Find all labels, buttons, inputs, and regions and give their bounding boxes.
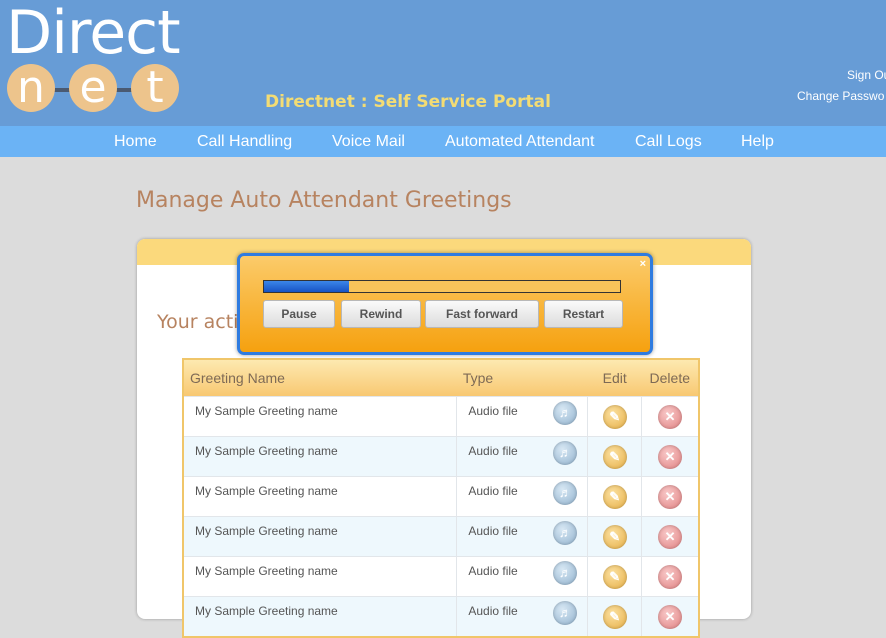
nav-help[interactable]: Help — [741, 133, 774, 151]
greetings-table: Greeting Name Type Edit Delete My Sample… — [182, 358, 700, 638]
greeting-name-cell: My Sample Greeting name — [182, 436, 458, 477]
nav-automated-attendant[interactable]: Automated Attendant — [445, 133, 594, 151]
main-nav: Home Call Handling Voice Mail Automated … — [0, 126, 886, 157]
greeting-name-cell: My Sample Greeting name — [182, 516, 458, 557]
x-icon[interactable]: ✕ — [658, 564, 683, 589]
fast-forward-button[interactable]: Fast forward — [425, 300, 539, 328]
delete-cell: ✕ — [641, 556, 700, 597]
x-icon[interactable]: ✕ — [658, 484, 683, 509]
edit-cell: ✎ — [587, 396, 643, 437]
col-header-edit: Edit — [587, 359, 642, 397]
edit-cell: ✎ — [587, 476, 643, 517]
logo-letter-e: e — [69, 64, 117, 112]
speaker-icon[interactable]: ♬ — [553, 561, 578, 585]
greeting-type: Audio file — [468, 564, 518, 578]
type-cell: Audio file ♬ — [456, 556, 589, 597]
delete-cell: ✕ — [641, 596, 700, 638]
table-row: My Sample Greeting name Audio file ♬ ✎ ✕ — [182, 516, 700, 557]
edit-cell: ✎ — [587, 436, 643, 477]
type-cell: Audio file ♬ — [456, 396, 589, 437]
pencil-icon[interactable]: ✎ — [602, 404, 627, 429]
portal-title: Directnet : Self Service Portal — [265, 92, 551, 112]
x-icon[interactable]: ✕ — [658, 604, 683, 629]
table-header-row: Greeting Name Type Edit Delete — [183, 359, 699, 397]
greeting-name-cell: My Sample Greeting name — [182, 476, 458, 517]
rewind-button[interactable]: Rewind — [341, 300, 421, 328]
speaker-icon[interactable]: ♬ — [553, 601, 578, 625]
nav-call-logs[interactable]: Call Logs — [635, 133, 702, 151]
table-row: My Sample Greeting name Audio file ♬ ✎ ✕ — [182, 596, 700, 638]
close-icon[interactable]: × — [640, 258, 646, 270]
table-row: My Sample Greeting name Audio file ♬ ✎ ✕ — [182, 436, 700, 477]
delete-cell: ✕ — [641, 436, 700, 477]
speaker-icon[interactable]: ♬ — [553, 441, 578, 465]
pencil-icon[interactable]: ✎ — [602, 564, 627, 589]
speaker-icon[interactable]: ♬ — [553, 401, 578, 425]
type-cell: Audio file ♬ — [456, 476, 589, 517]
edit-cell: ✎ — [587, 516, 643, 557]
nav-call-handling[interactable]: Call Handling — [197, 133, 292, 151]
table-row: My Sample Greeting name Audio file ♬ ✎ ✕ — [182, 396, 700, 437]
change-password-link[interactable]: Change Passwo — [797, 89, 884, 103]
greeting-type: Audio file — [468, 444, 518, 458]
restart-button[interactable]: Restart — [544, 300, 623, 328]
col-header-delete: Delete — [641, 359, 699, 397]
delete-cell: ✕ — [641, 476, 700, 517]
pencil-icon[interactable]: ✎ — [602, 484, 627, 509]
greeting-type: Audio file — [468, 604, 518, 618]
x-icon[interactable]: ✕ — [658, 404, 683, 429]
edit-cell: ✎ — [587, 556, 643, 597]
speaker-icon[interactable]: ♬ — [553, 521, 578, 545]
audio-player-popup: × Pause Rewind Fast forward Restart — [237, 253, 653, 355]
page-title: Manage Auto Attendant Greetings — [136, 188, 512, 213]
delete-cell: ✕ — [641, 516, 700, 557]
greeting-name-cell: My Sample Greeting name — [182, 556, 458, 597]
nav-voice-mail[interactable]: Voice Mail — [332, 133, 405, 151]
col-header-type: Type — [456, 359, 588, 397]
pencil-icon[interactable]: ✎ — [602, 444, 627, 469]
col-header-name: Greeting Name — [183, 359, 457, 397]
x-icon[interactable]: ✕ — [658, 444, 683, 469]
type-cell: Audio file ♬ — [456, 596, 589, 638]
speaker-icon[interactable]: ♬ — [553, 481, 578, 505]
logo-letter-t: t — [131, 64, 179, 112]
greeting-type: Audio file — [468, 484, 518, 498]
pencil-icon[interactable]: ✎ — [602, 604, 627, 629]
progress-bar[interactable] — [263, 280, 621, 293]
greeting-name-cell: My Sample Greeting name — [182, 396, 458, 437]
logo-direct-text: Direct — [6, 0, 181, 68]
type-cell: Audio file ♬ — [456, 436, 589, 477]
edit-cell: ✎ — [587, 596, 643, 638]
table-row: My Sample Greeting name Audio file ♬ ✎ ✕ — [182, 476, 700, 517]
table-row: My Sample Greeting name Audio file ♬ ✎ ✕ — [182, 556, 700, 597]
sign-out-link[interactable]: Sign Ou — [847, 68, 886, 82]
type-cell: Audio file ♬ — [456, 516, 589, 557]
progress-fill — [264, 281, 350, 292]
logo-letter-n: n — [7, 64, 55, 112]
greeting-type: Audio file — [468, 404, 518, 418]
greeting-type: Audio file — [468, 524, 518, 538]
x-icon[interactable]: ✕ — [658, 524, 683, 549]
pause-button[interactable]: Pause — [263, 300, 335, 328]
pencil-icon[interactable]: ✎ — [602, 524, 627, 549]
logo-net: n e t — [7, 64, 181, 116]
header: Direct n e t Directnet : Self Service Po… — [0, 0, 886, 126]
delete-cell: ✕ — [641, 396, 700, 437]
card-subtitle: Your activ — [157, 311, 250, 333]
greeting-name-cell: My Sample Greeting name — [182, 596, 458, 638]
nav-home[interactable]: Home — [114, 133, 157, 151]
